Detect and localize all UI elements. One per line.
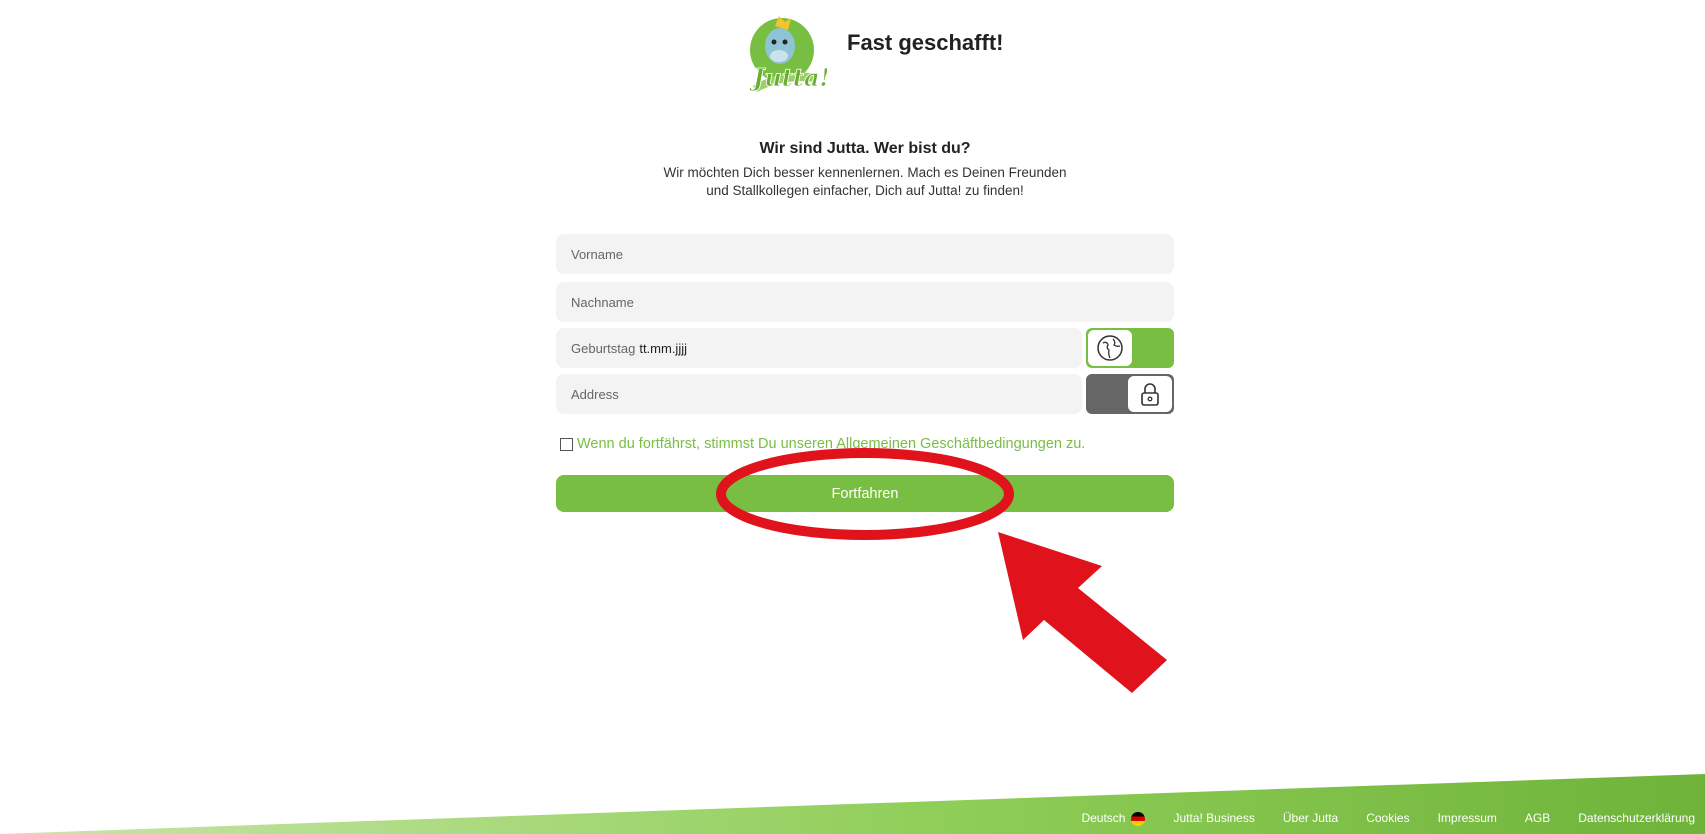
intro-text-line-1: Wir möchten Dich besser kennenlernen. Ma… bbox=[663, 165, 1067, 180]
address-input[interactable]: Address bbox=[556, 374, 1082, 414]
page-title: Fast geschafft! bbox=[847, 30, 1004, 55]
first-name-placeholder: Vorname bbox=[571, 246, 624, 262]
birthday-date-value[interactable]: tt.mm.jjjj bbox=[639, 341, 687, 356]
footer-language-selector[interactable]: Deutsch bbox=[1081, 811, 1146, 826]
footer-link-about[interactable]: Über Jutta bbox=[1283, 811, 1338, 825]
header: Jutta! Fast geschafft! bbox=[735, 8, 1003, 96]
footer-link-imprint[interactable]: Impressum bbox=[1438, 811, 1497, 825]
address-placeholder: Address bbox=[571, 386, 619, 402]
footer-link-business[interactable]: Jutta! Business bbox=[1173, 811, 1254, 825]
terms-checkbox[interactable] bbox=[560, 437, 573, 451]
last-name-placeholder: Nachname bbox=[571, 294, 634, 310]
lock-icon bbox=[1128, 376, 1172, 412]
globe-icon bbox=[1088, 330, 1132, 366]
german-flag-icon bbox=[1131, 811, 1146, 826]
terms-consent[interactable]: Wenn du fortfährst, stimmst Du unseren A… bbox=[560, 436, 1085, 452]
birthday-label: Geburtstag bbox=[571, 340, 636, 356]
logo-text: Jutta! bbox=[749, 63, 827, 92]
birthday-input[interactable]: Geburtstag tt.mm.jjjj bbox=[556, 328, 1082, 368]
intro-text-line-2: und Stallkollegen einfacher, Dich auf Ju… bbox=[706, 183, 1024, 198]
intro-section: Wir sind Jutta. Wer bist du? Wir möchten… bbox=[0, 140, 1705, 200]
footer-link-agb[interactable]: AGB bbox=[1525, 811, 1550, 825]
address-visibility-toggle[interactable] bbox=[1086, 374, 1174, 414]
annotation-arrow bbox=[998, 532, 1167, 693]
birthday-visibility-toggle[interactable] bbox=[1086, 328, 1174, 368]
first-name-input[interactable]: Vorname bbox=[556, 234, 1174, 274]
footer-links: Deutsch Jutta! Business Über Jutta Cooki… bbox=[1081, 811, 1695, 826]
intro-heading: Wir sind Jutta. Wer bist du? bbox=[759, 140, 971, 157]
footer-link-privacy[interactable]: Datenschutzerklärung bbox=[1578, 811, 1695, 825]
annotation-overlay bbox=[716, 448, 1167, 693]
jutta-logo[interactable]: Jutta! bbox=[735, 8, 830, 96]
footer-language-label: Deutsch bbox=[1081, 811, 1126, 825]
terms-text[interactable]: Wenn du fortfährst, stimmst Du unseren A… bbox=[577, 436, 1085, 452]
continue-button[interactable]: Fortfahren bbox=[556, 475, 1174, 512]
footer-link-cookies[interactable]: Cookies bbox=[1366, 811, 1409, 825]
last-name-input[interactable]: Nachname bbox=[556, 282, 1174, 322]
